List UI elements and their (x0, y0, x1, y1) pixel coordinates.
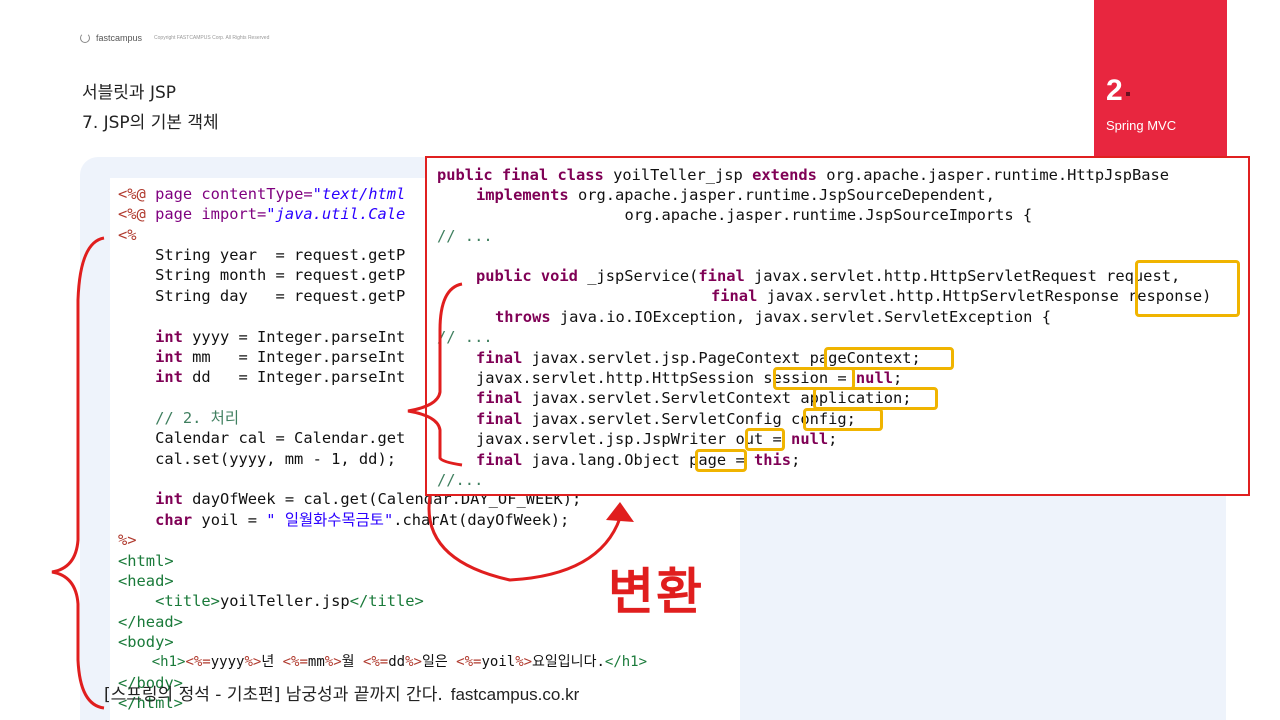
arrow-head-icon (606, 502, 634, 522)
footer: [스프링의 정석 - 기초편] 남궁성과 끝까지 간다. fastcampus.c… (104, 680, 579, 705)
footer-url: fastcampus.co.kr (450, 685, 580, 704)
left-brace (51, 236, 105, 710)
conversion-arrow (427, 495, 622, 582)
footer-text: [스프링의 정석 - 기초편] 남궁성과 끝까지 간다. (104, 685, 443, 705)
convert-label: 변환 (608, 563, 704, 621)
right-brace (407, 282, 463, 467)
